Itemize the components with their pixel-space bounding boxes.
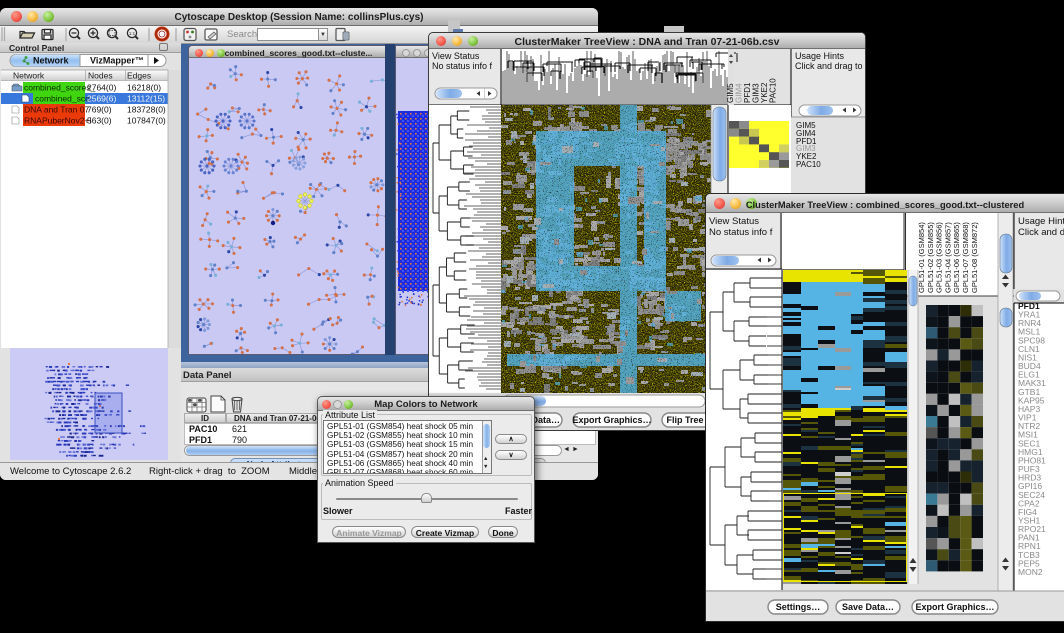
svg-text:Click and drag to: Click and drag to: [795, 61, 863, 71]
svg-text:Export Graphics…: Export Graphics…: [915, 602, 994, 612]
svg-text:GPL51-04 (GSM857): GPL51-04 (GSM857): [943, 222, 952, 293]
svg-text:563(0): 563(0): [87, 116, 112, 126]
svg-text:GPL51-03 (GSM856): GPL51-03 (GSM856): [935, 222, 944, 293]
svg-text:View Status: View Status: [432, 51, 480, 61]
svg-text:13112(15): 13112(15): [127, 94, 165, 104]
svg-text:16218(0): 16218(0): [127, 83, 161, 93]
svg-text:Settings…: Settings…: [776, 602, 821, 612]
svg-text:107847(0): 107847(0): [127, 116, 166, 126]
svg-text:1:1: 1:1: [129, 31, 136, 36]
svg-text:MON2: MON2: [1018, 567, 1043, 577]
svg-text:combined_sco: combined_sco: [35, 94, 90, 104]
svg-text:Usage Hints: Usage Hints: [795, 51, 845, 61]
svg-text:RNAPuberNov2+I: RNAPuberNov2+I: [24, 116, 92, 126]
svg-text:Export Graphics…: Export Graphics…: [572, 415, 651, 425]
svg-text:GPL51-06 (GSM865): GPL51-06 (GSM865): [952, 222, 961, 293]
svg-text:2764(0): 2764(0): [87, 83, 116, 93]
svg-text:Usage Hints: Usage Hints: [1018, 216, 1064, 227]
svg-text:Nodes: Nodes: [88, 71, 113, 81]
svg-text:PAC10: PAC10: [769, 78, 778, 103]
svg-text:769(0): 769(0): [87, 105, 112, 115]
svg-text:PAC10: PAC10: [796, 160, 821, 169]
svg-text:View Status: View Status: [709, 216, 759, 227]
svg-text:183728(0): 183728(0): [127, 105, 166, 115]
svg-text:Save Data…: Save Data…: [842, 602, 894, 612]
svg-text:GPL51-08 (GSM872): GPL51-08 (GSM872): [970, 222, 979, 293]
svg-text:GPL51-07 (GSM868): GPL51-07 (GSM868): [961, 222, 970, 293]
svg-text:DNA and Tran 07: DNA and Tran 07: [24, 105, 89, 115]
svg-text:No status info f: No status info f: [709, 227, 773, 238]
svg-text:Network: Network: [33, 56, 70, 66]
svg-text:combined_scores_: combined_scores_: [24, 83, 96, 93]
svg-text:2569(6): 2569(6): [87, 94, 116, 104]
svg-text:Network: Network: [13, 71, 45, 81]
svg-text:VizMapper™: VizMapper™: [90, 56, 144, 66]
svg-text:Click and drag to: Click and drag to: [1018, 227, 1064, 238]
svg-text:No status info f: No status info f: [432, 61, 493, 71]
svg-text:Edges: Edges: [127, 71, 151, 81]
svg-text:GPL51-02 (GSM855): GPL51-02 (GSM855): [926, 222, 935, 293]
